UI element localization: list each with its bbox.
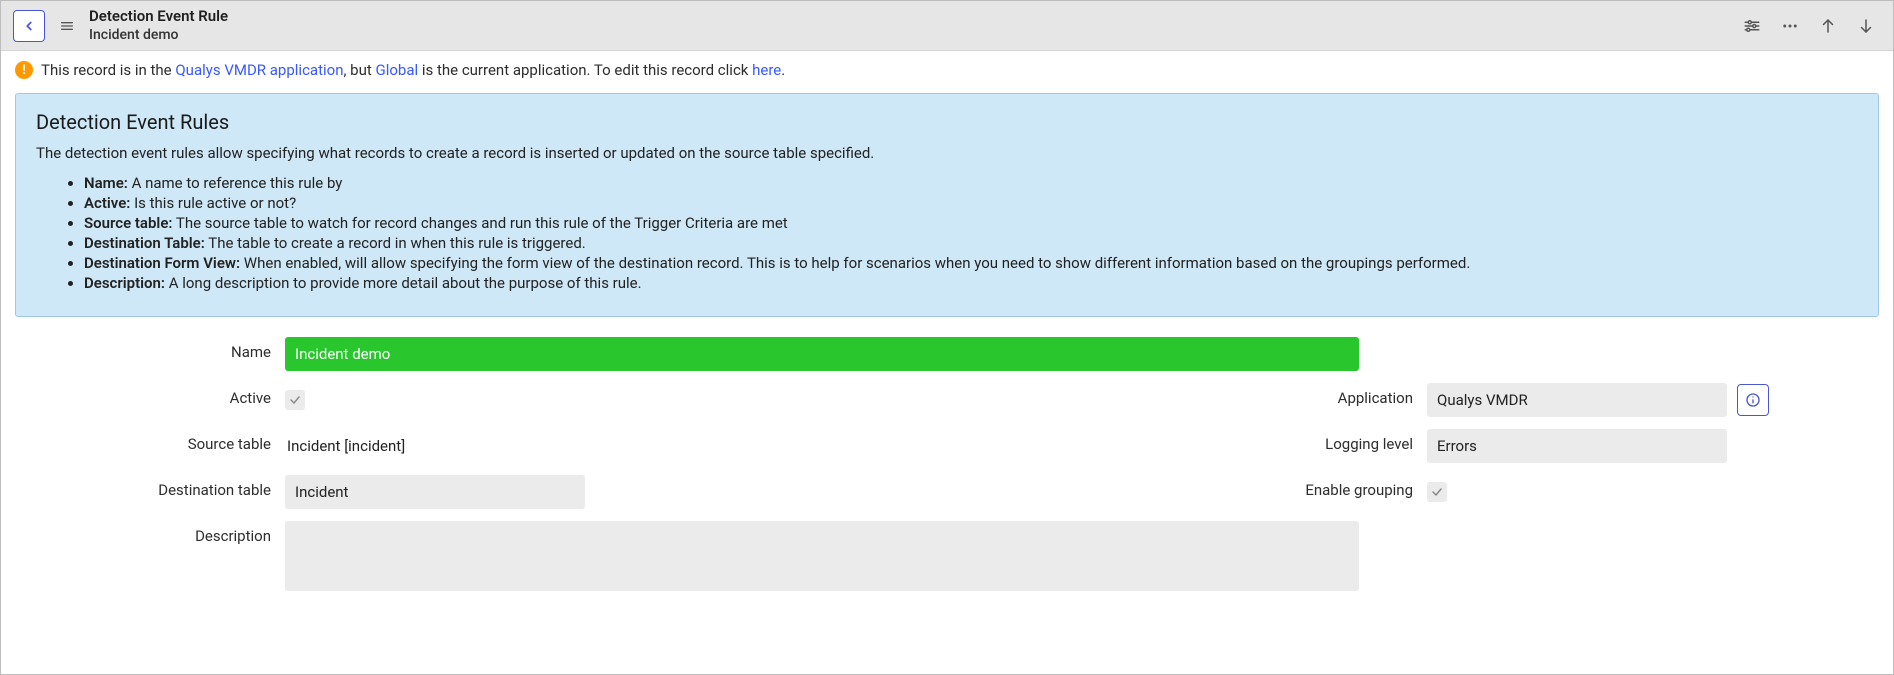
name-row: Name Incident demo [15, 337, 1879, 371]
menu-icon [59, 18, 75, 34]
back-button[interactable] [13, 10, 45, 42]
info-list: Name: A name to reference this rule by A… [36, 174, 1858, 292]
destination-grouping-row: Destination table Incident Enable groupi… [15, 475, 1879, 509]
current-scope-link[interactable]: Global [375, 61, 418, 79]
info-panel: Detection Event Rules The detection even… [15, 93, 1879, 317]
previous-record-button[interactable] [1819, 17, 1837, 35]
source-table-control: Incident [incident] [285, 431, 947, 461]
application-label: Application [947, 383, 1427, 407]
check-icon [1431, 486, 1443, 498]
description-row: Description [15, 521, 1879, 591]
name-control: Incident demo [285, 337, 1879, 371]
form: Name Incident demo Active Application Qu… [15, 337, 1879, 591]
info-list-item: Description: A long description to provi… [84, 274, 1858, 292]
check-icon [289, 394, 301, 406]
active-col: Active [15, 383, 947, 417]
info-item-label: Destination Table: [84, 234, 205, 252]
application-field: Qualys VMDR [1427, 383, 1727, 417]
chevron-left-icon [22, 19, 36, 33]
active-control [285, 390, 947, 410]
info-list-item: Active: Is this rule active or not? [84, 194, 1858, 212]
destination-table-field: Incident [285, 475, 585, 509]
application-control: Qualys VMDR [1427, 383, 1879, 417]
info-item-text: When enabled, will allow specifying the … [240, 254, 1470, 272]
settings-button[interactable] [1743, 17, 1761, 35]
logging-level-field: Errors [1427, 429, 1727, 463]
form-menu-button[interactable] [55, 14, 79, 38]
info-item-text: A name to reference this rule by [128, 174, 343, 192]
info-list-item: Destination Form View: When enabled, wil… [84, 254, 1858, 272]
alert-segment: This record is in the [41, 61, 175, 79]
source-table-value: Incident [incident] [285, 431, 407, 461]
info-item-label: Name: [84, 174, 128, 192]
info-item-label: Destination Form View: [84, 254, 240, 272]
active-label: Active [15, 383, 285, 407]
info-panel-description: The detection event rules allow specifyi… [36, 144, 1858, 162]
edit-here-link[interactable]: here [752, 61, 781, 79]
source-table-col: Source table Incident [incident] [15, 429, 947, 463]
application-col: Application Qualys VMDR [947, 383, 1879, 417]
active-checkbox [285, 390, 305, 410]
alert-segment: is the current application. To edit this… [418, 61, 752, 79]
more-actions-button[interactable] [1781, 17, 1799, 35]
info-item-text: A long description to provide more detai… [165, 274, 642, 292]
info-item-label: Description: [84, 274, 165, 292]
alert-text: This record is in the Qualys VMDR applic… [41, 61, 785, 79]
warning-icon: ! [15, 61, 33, 79]
info-item-text: Is this rule active or not? [130, 194, 296, 212]
info-item-text: The table to create a record in when thi… [205, 234, 586, 252]
logging-level-col: Logging level Errors [947, 429, 1879, 463]
application-link[interactable]: Qualys VMDR application [175, 61, 343, 79]
enable-grouping-col: Enable grouping [947, 475, 1879, 509]
page-subtitle: Incident demo [89, 26, 228, 44]
sliders-icon [1743, 17, 1761, 35]
description-control [285, 521, 1879, 591]
info-item-label: Source table: [84, 214, 172, 232]
next-record-button[interactable] [1857, 17, 1875, 35]
title-block: Detection Event Rule Incident demo [89, 7, 228, 45]
info-item-label: Active: [84, 194, 130, 212]
name-label: Name [15, 337, 285, 361]
info-list-item: Destination Table: The table to create a… [84, 234, 1858, 252]
header-left: Detection Event Rule Incident demo [13, 7, 228, 45]
logging-level-control: Errors [1427, 429, 1879, 463]
enable-grouping-label: Enable grouping [947, 475, 1427, 499]
ellipsis-icon [1781, 17, 1799, 35]
alert-segment: , but [343, 61, 375, 79]
name-field[interactable]: Incident demo [285, 337, 1359, 371]
info-list-item: Source table: The source table to watch … [84, 214, 1858, 232]
page-header: Detection Event Rule Incident demo [1, 1, 1893, 51]
application-info-button[interactable] [1737, 384, 1769, 416]
arrow-up-icon [1819, 17, 1837, 35]
source-table-label: Source table [15, 429, 285, 453]
info-panel-title: Detection Event Rules [36, 110, 1858, 134]
enable-grouping-checkbox [1427, 482, 1447, 502]
content-area: Detection Event Rules The detection even… [1, 89, 1893, 605]
cross-scope-alert: ! This record is in the Qualys VMDR appl… [1, 51, 1893, 89]
source-logging-row: Source table Incident [incident] Logging… [15, 429, 1879, 463]
destination-table-control: Incident [285, 475, 947, 509]
alert-segment: . [781, 61, 785, 79]
logging-level-label: Logging level [947, 429, 1427, 453]
info-icon [1745, 392, 1761, 408]
info-list-item: Name: A name to reference this rule by [84, 174, 1858, 192]
enable-grouping-control [1427, 482, 1879, 502]
description-field [285, 521, 1359, 591]
info-item-text: The source table to watch for record cha… [172, 214, 787, 232]
header-right [1743, 17, 1881, 35]
arrow-down-icon [1857, 17, 1875, 35]
description-label: Description [15, 521, 285, 545]
page-title: Detection Event Rule [89, 7, 228, 27]
active-application-row: Active Application Qualys VMDR [15, 383, 1879, 417]
destination-table-label: Destination table [15, 475, 285, 499]
destination-table-col: Destination table Incident [15, 475, 947, 509]
